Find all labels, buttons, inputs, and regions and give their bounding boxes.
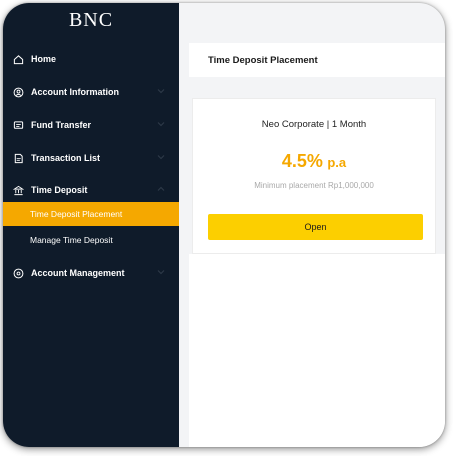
- chevron-up-icon: [157, 186, 165, 191]
- sidebar-item-home[interactable]: Home: [3, 47, 179, 71]
- chevron-down-icon: [157, 89, 165, 94]
- sidebar-item-label: Home: [31, 54, 57, 64]
- interest-rate-unit: p.a: [327, 155, 347, 170]
- bnc-logo: BNC: [68, 9, 114, 31]
- minimum-placement: Minimum placement Rp1,000,000: [254, 181, 374, 190]
- sidebar-subitem-time-deposit-placement[interactable]: Time Deposit Placement: [3, 202, 179, 226]
- sidebar-item-time-deposit[interactable]: Time Deposit: [3, 178, 179, 202]
- chevron-down-icon: [157, 270, 165, 275]
- deposit-product-card: Neo Corporate | 1 Month 4.5% p.a Minimum…: [192, 98, 436, 254]
- page-title: Time Deposit Placement: [208, 54, 318, 66]
- list-icon: [14, 153, 23, 163]
- sidebar-item-label: Time Deposit: [31, 185, 88, 195]
- interest-rate-value: 4.5%: [281, 151, 323, 171]
- sidebar-item-account-information[interactable]: Account Information: [3, 80, 179, 104]
- sidebar-item-label: Account Information: [31, 87, 119, 97]
- page-header: Time Deposit Placement: [189, 43, 445, 77]
- transfer-icon: [13, 120, 24, 129]
- sidebar-item-account-management[interactable]: Account Management: [3, 261, 179, 285]
- bank-icon: [13, 185, 24, 195]
- open-button[interactable]: Open: [208, 214, 423, 240]
- sidebar-item-transaction-list[interactable]: Transaction List: [3, 146, 179, 170]
- product-name: Neo Corporate | 1 Month: [261, 119, 367, 130]
- sidebar-subitem-manage-time-deposit[interactable]: Manage Time Deposit: [3, 228, 179, 252]
- sidebar-item-label: Transaction List: [31, 153, 101, 163]
- sidebar-item-fund-transfer[interactable]: Fund Transfer: [3, 113, 179, 137]
- sidebar: BNC Home Account Information Fund Transf…: [3, 3, 179, 447]
- home-icon: [13, 54, 24, 64]
- account-icon: [13, 87, 24, 97]
- interest-rate: 4.5% p.a: [193, 151, 435, 172]
- content-area: [189, 254, 445, 447]
- app-window: BNC Home Account Information Fund Transf…: [3, 3, 445, 447]
- sidebar-item-label: Account Management: [31, 268, 125, 278]
- gear-icon: [13, 268, 24, 278]
- chevron-down-icon: [157, 155, 165, 160]
- chevron-down-icon: [157, 122, 165, 127]
- sidebar-item-label: Fund Transfer: [31, 120, 92, 130]
